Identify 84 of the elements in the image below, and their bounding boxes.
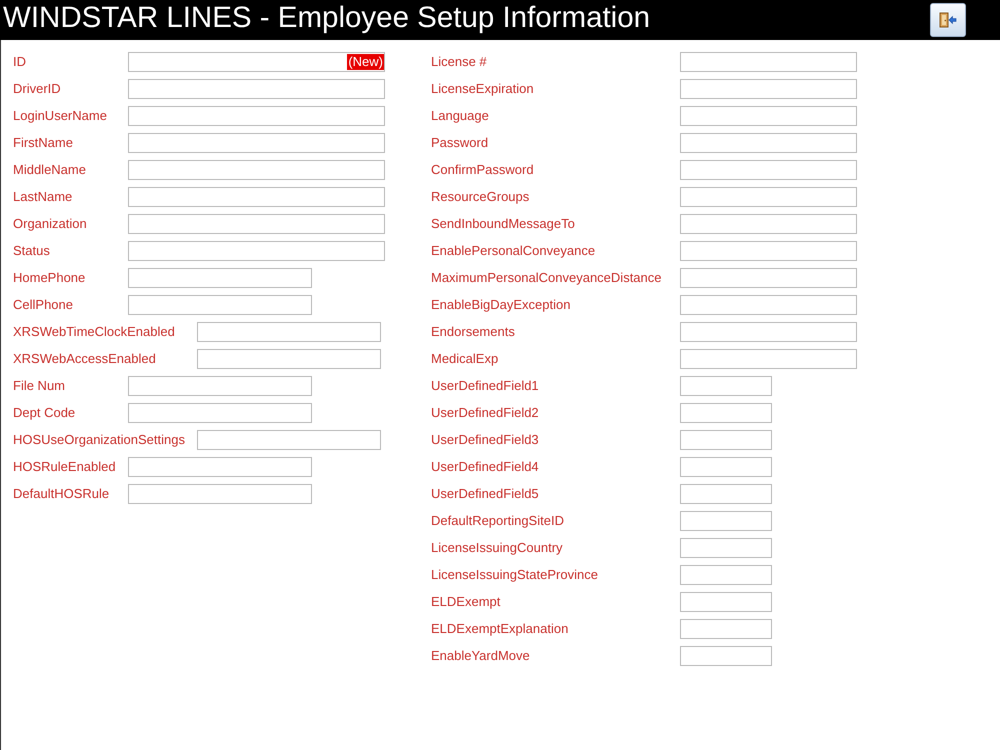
field-label: Dept Code: [13, 404, 76, 422]
field-label: MaximumPersonalConveyanceDistance: [431, 269, 662, 287]
field-label: MiddleName: [13, 161, 87, 179]
text-field[interactable]: [680, 106, 857, 126]
text-field[interactable]: (New): [128, 52, 385, 72]
text-field[interactable]: [197, 322, 381, 342]
field-label: EnablePersonalConveyance: [431, 242, 596, 260]
field-label: UserDefinedField4: [431, 458, 540, 476]
field-label: ELDExemptExplanation: [431, 620, 570, 638]
field-label: ConfirmPassword: [431, 161, 535, 179]
field-label: Password: [431, 134, 490, 152]
text-field[interactable]: [128, 187, 385, 207]
field-label: DriverID: [13, 80, 62, 98]
text-field[interactable]: [128, 79, 385, 99]
field-label: HOSRuleEnabled: [13, 458, 117, 476]
text-field[interactable]: [197, 349, 381, 369]
text-field[interactable]: [680, 295, 857, 315]
text-field[interactable]: [680, 187, 857, 207]
text-field[interactable]: [197, 430, 381, 450]
field-label: Endorsements: [431, 323, 516, 341]
field-label: LastName: [13, 188, 74, 206]
text-field[interactable]: [128, 484, 312, 504]
text-field[interactable]: [680, 322, 857, 342]
field-label: SendInboundMessageTo: [431, 215, 576, 233]
text-field[interactable]: [680, 241, 857, 261]
text-field[interactable]: [128, 160, 385, 180]
field-label: ID: [13, 53, 27, 71]
text-field[interactable]: [680, 619, 772, 639]
text-field[interactable]: [128, 376, 312, 396]
field-label: HomePhone: [13, 269, 86, 287]
text-field[interactable]: [680, 592, 772, 612]
field-label: UserDefinedField1: [431, 377, 540, 395]
text-field[interactable]: [680, 484, 772, 504]
text-field[interactable]: [680, 403, 772, 423]
text-field[interactable]: [128, 403, 312, 423]
field-label: License #: [431, 53, 488, 71]
field-label: EnableYardMove: [431, 647, 531, 665]
field-label: FirstName: [13, 134, 74, 152]
field-label: DefaultHOSRule: [13, 485, 110, 503]
field-value: (New): [347, 54, 384, 70]
exit-button[interactable]: [930, 3, 966, 37]
door-arrow-icon: [939, 12, 957, 28]
text-field[interactable]: [128, 268, 312, 288]
field-label: MedicalExp: [431, 350, 500, 368]
field-label: XRSWebAccessEnabled: [13, 350, 157, 368]
text-field[interactable]: [680, 376, 772, 396]
text-field[interactable]: [128, 295, 312, 315]
text-field[interactable]: [680, 565, 772, 585]
field-label: HOSUseOrganizationSettings: [13, 431, 186, 449]
field-label: File Num: [13, 377, 66, 395]
text-field[interactable]: [680, 457, 772, 477]
text-field[interactable]: [128, 214, 385, 234]
text-field[interactable]: [680, 538, 772, 558]
field-label: UserDefinedField2: [431, 404, 540, 422]
field-label: LicenseExpiration: [431, 80, 535, 98]
text-field[interactable]: [680, 646, 772, 666]
text-field[interactable]: [680, 133, 857, 153]
field-label: Language: [431, 107, 490, 125]
field-label: XRSWebTimeClockEnabled: [13, 323, 176, 341]
text-field[interactable]: [128, 241, 385, 261]
window-title: WINDSTAR LINES - Employee Setup Information: [3, 1, 650, 35]
field-label: DefaultReportingSiteID: [431, 512, 565, 530]
text-field[interactable]: [128, 457, 312, 477]
field-label: Organization: [13, 215, 88, 233]
text-field[interactable]: [680, 214, 857, 234]
field-label: ELDExempt: [431, 593, 502, 611]
field-label: UserDefinedField5: [431, 485, 540, 503]
text-field[interactable]: [128, 133, 385, 153]
field-label: UserDefinedField3: [431, 431, 540, 449]
field-label: ResourceGroups: [431, 188, 530, 206]
field-label: Status: [13, 242, 51, 260]
field-label: EnableBigDayException: [431, 296, 572, 314]
text-field[interactable]: [680, 52, 857, 72]
text-field[interactable]: [128, 106, 385, 126]
field-label: LoginUserName: [13, 107, 108, 125]
field-label: LicenseIssuingCountry: [431, 539, 564, 557]
text-field[interactable]: [680, 160, 857, 180]
text-field[interactable]: [680, 430, 772, 450]
text-field[interactable]: [680, 268, 857, 288]
field-label: LicenseIssuingStateProvince: [431, 566, 599, 584]
field-label: CellPhone: [13, 296, 74, 314]
text-field[interactable]: [680, 511, 772, 531]
text-field[interactable]: [680, 349, 857, 369]
text-field[interactable]: [680, 79, 857, 99]
